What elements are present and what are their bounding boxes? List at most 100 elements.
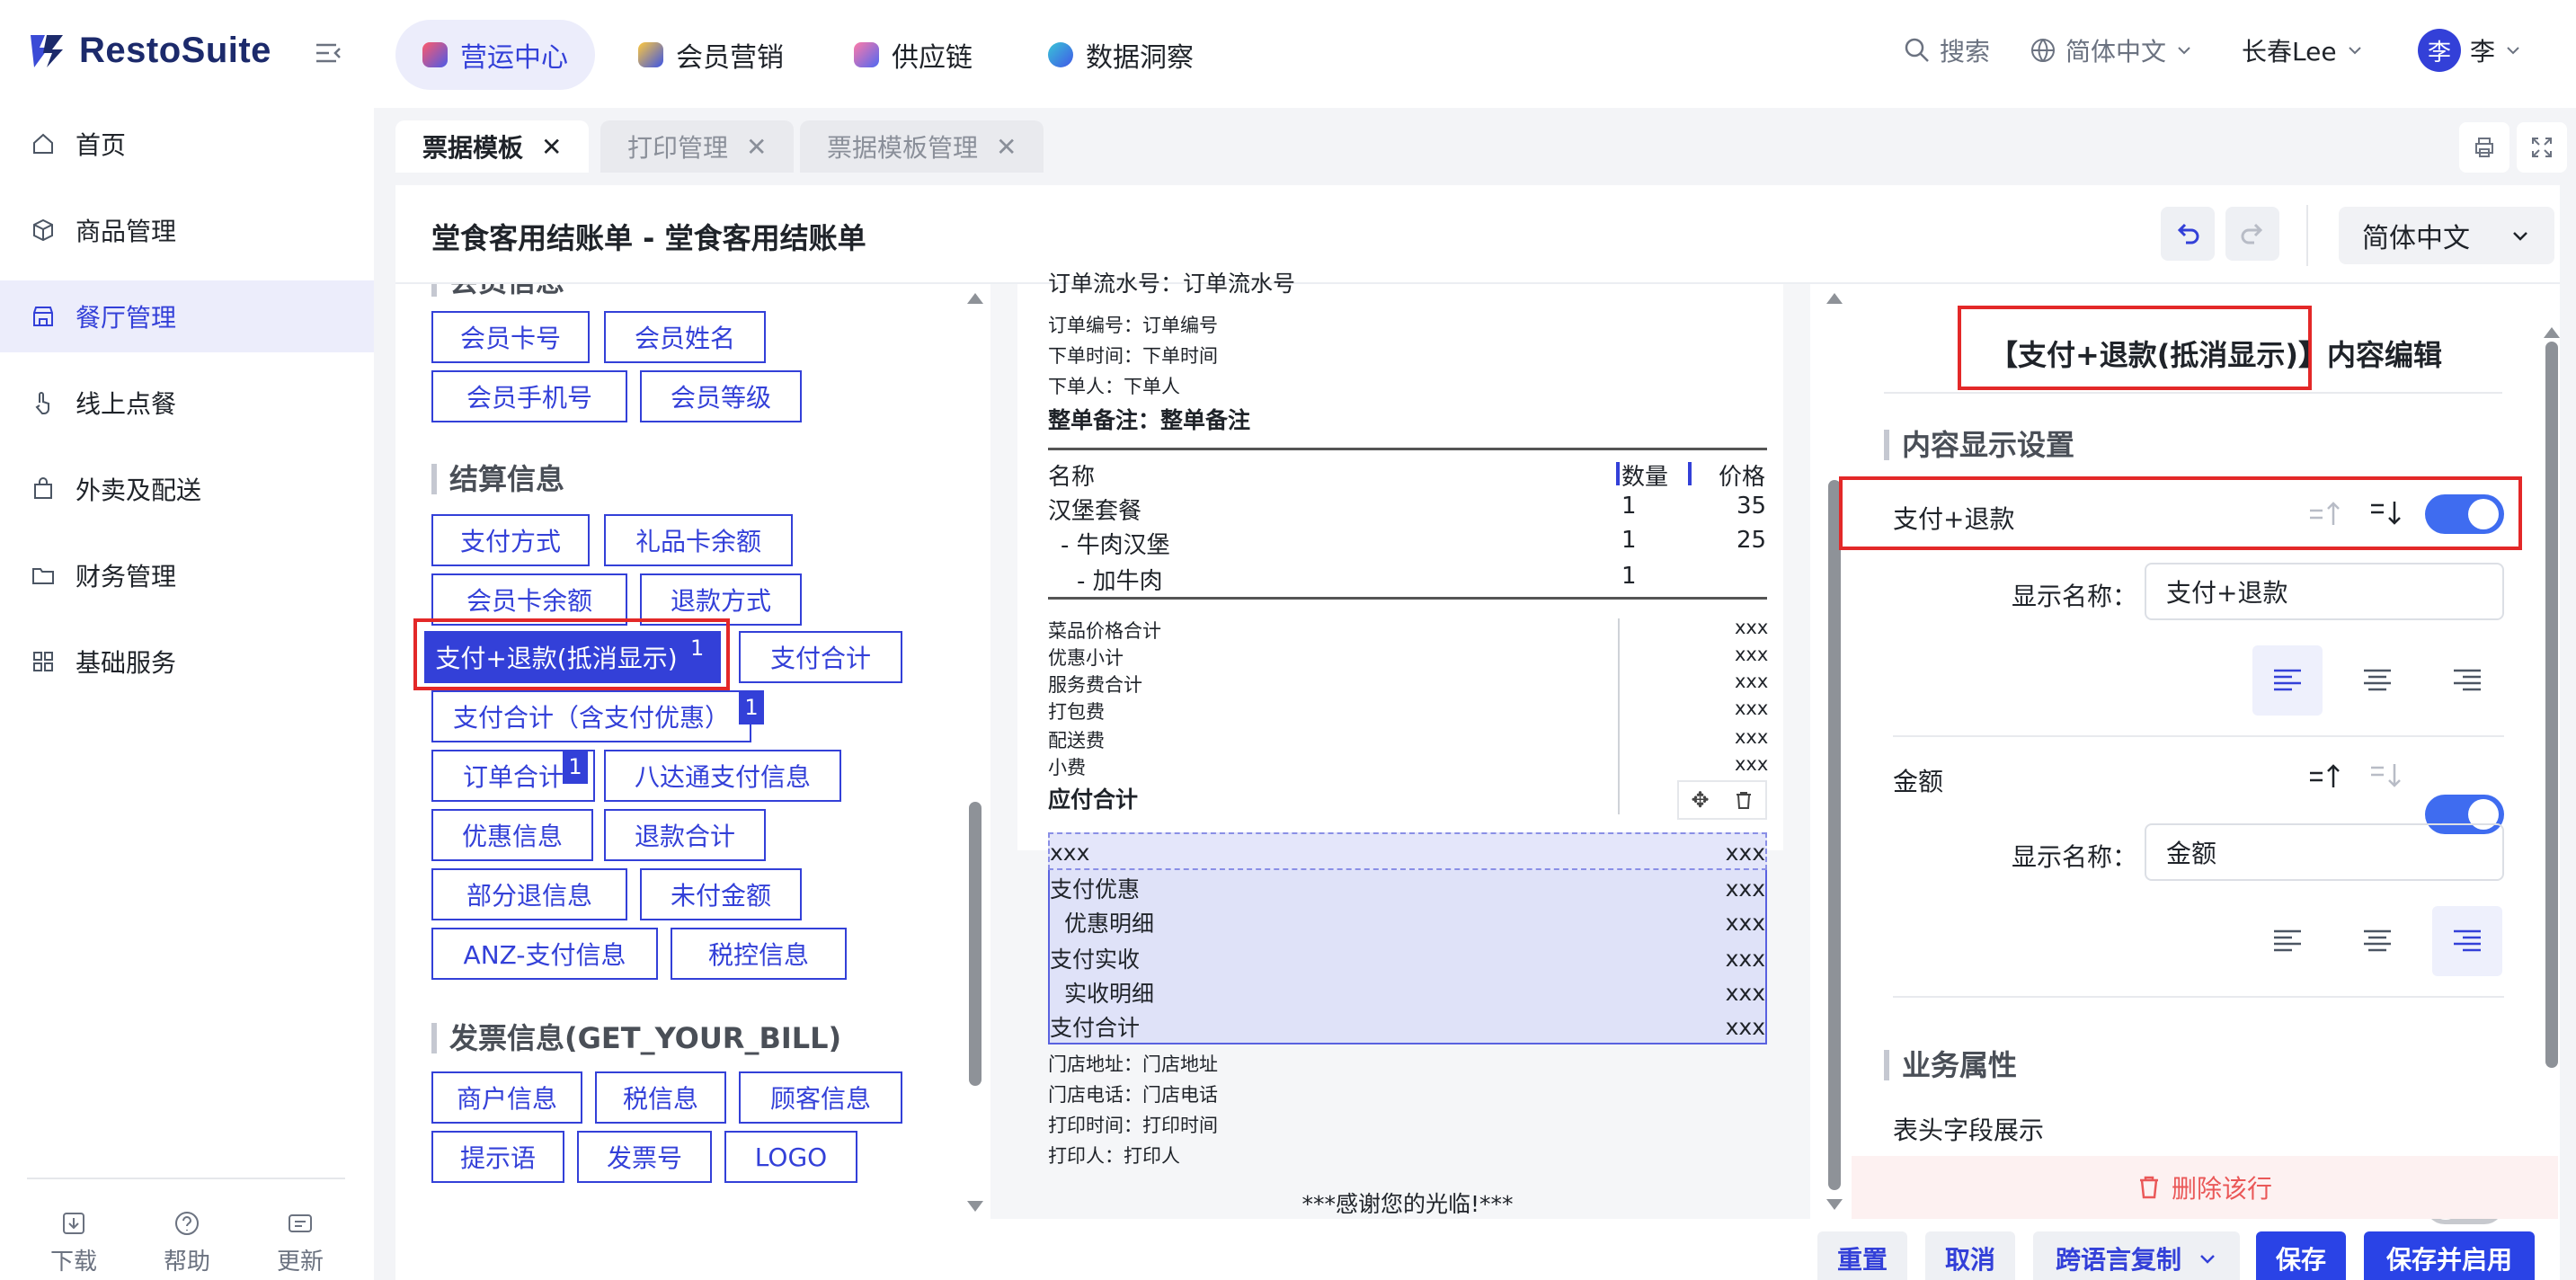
pay-row-label: 支付合计	[1050, 1015, 1141, 1041]
align-right-button[interactable]	[2432, 906, 2502, 976]
field-chip[interactable]: 提示语	[431, 1131, 564, 1183]
field-chip[interactable]: 商户信息	[431, 1071, 582, 1124]
redo-button[interactable]	[2225, 207, 2279, 261]
move-up-button[interactable]	[2306, 498, 2344, 532]
close-icon[interactable]: ✕	[996, 132, 1017, 162]
cross-language-copy-button[interactable]: 跨语言复制	[2033, 1231, 2240, 1280]
scroll-up-icon[interactable]	[2544, 327, 2560, 338]
undo-button[interactable]	[2161, 207, 2215, 261]
language-label: 简体中文	[2065, 37, 2167, 67]
field-chip[interactable]: 退款合计	[604, 809, 766, 861]
sidebar-item-home[interactable]: 首页	[0, 108, 374, 180]
tab-print-management[interactable]: 打印管理 ✕	[600, 120, 795, 173]
field-chip[interactable]: 会员姓名	[604, 311, 766, 363]
template-language-select[interactable]: 简体中文	[2339, 207, 2554, 264]
summary-value: xxx	[1735, 617, 1769, 638]
tab-template-management[interactable]: 票据模板管理 ✕	[800, 120, 1044, 173]
move-down-button[interactable]	[2367, 760, 2405, 795]
save-enable-button[interactable]: 保存并启用	[2364, 1231, 2535, 1280]
align-left-button[interactable]	[2252, 906, 2323, 976]
preview-scrollbar[interactable]	[1828, 480, 1841, 1190]
download-button[interactable]: 下载	[20, 1210, 128, 1276]
store-switch[interactable]: 长春Lee	[2242, 32, 2364, 68]
field1-toggle[interactable]	[2425, 494, 2504, 534]
move-icon[interactable]: ✥	[1691, 787, 1709, 813]
cancel-button[interactable]: 取消	[1925, 1231, 2015, 1280]
sidebar-item-finance[interactable]: 财务管理	[0, 539, 374, 611]
pay-row-value: xxx	[1725, 909, 1765, 936]
field-chip[interactable]: 礼品卡余额	[604, 514, 793, 566]
chip-badge: 1	[563, 750, 588, 784]
field-chip[interactable]: ANZ-支付信息	[431, 928, 658, 980]
align-left-button[interactable]	[2252, 645, 2323, 716]
language-switch[interactable]: 简体中文	[2030, 32, 2193, 68]
sidebar-collapse-icon[interactable]	[313, 38, 343, 68]
ops-icon	[422, 42, 448, 67]
field-chip[interactable]: 未付金额	[640, 868, 802, 920]
field-chip[interactable]: 税信息	[595, 1071, 726, 1124]
user-menu[interactable]: 李 李	[2418, 29, 2522, 72]
scroll-down-icon[interactable]	[967, 1201, 983, 1212]
field2-display-name-input[interactable]: 金额	[2145, 823, 2504, 881]
sidebar-item-delivery[interactable]: 外卖及配送	[0, 453, 374, 525]
scroll-up-icon[interactable]	[967, 293, 983, 304]
supply-icon	[854, 42, 879, 67]
undo-icon	[2177, 223, 2199, 244]
col-handle[interactable]	[1616, 462, 1620, 485]
pay-row-value: xxx	[1725, 945, 1765, 972]
field-chip[interactable]: 支付合计（含支付优惠）	[431, 690, 751, 742]
sidebar-divider	[27, 1178, 345, 1179]
pay-row: 支付优惠 xxx	[1048, 870, 1767, 906]
nav-supply-chain[interactable]: 供应链	[827, 20, 999, 90]
align-center-button[interactable]	[2342, 645, 2412, 716]
field-chip[interactable]: 顾客信息	[739, 1071, 902, 1124]
align-right-button[interactable]	[2432, 645, 2502, 716]
editor-scrollbar[interactable]	[2545, 342, 2558, 1068]
tab-receipt-template[interactable]: 票据模板 ✕	[395, 120, 590, 173]
sidebar-item-basic-services[interactable]: 基础服务	[0, 626, 374, 698]
field1-display-name-input[interactable]: 支付+退款	[2145, 563, 2504, 620]
fullscreen-button[interactable]	[2517, 122, 2567, 173]
nav-data-insight[interactable]: 数据洞察	[1021, 20, 1221, 90]
field-chip[interactable]: 发票号	[577, 1131, 712, 1183]
search-button[interactable]: 搜索	[1904, 32, 1990, 68]
field-chip[interactable]: 八达通支付信息	[604, 750, 841, 802]
close-icon[interactable]: ✕	[746, 132, 767, 162]
trash-icon[interactable]	[1734, 790, 1754, 810]
cube-icon	[33, 218, 53, 242]
summary-value: xxx	[1735, 753, 1769, 775]
nav-ops-center[interactable]: 营运中心	[395, 20, 595, 90]
sidebar-item-products[interactable]: 商品管理	[0, 194, 374, 266]
field-chip[interactable]: 支付方式	[431, 514, 590, 566]
item-qty: 1	[1621, 493, 1637, 520]
align-center-button[interactable]	[2342, 906, 2412, 976]
field-chip[interactable]: LOGO	[724, 1131, 857, 1183]
reset-button[interactable]: 重置	[1817, 1231, 1907, 1280]
field-chip[interactable]: 支付合计	[739, 631, 902, 683]
print-button[interactable]	[2459, 122, 2509, 173]
app-logo[interactable]: RestoSuite	[27, 31, 271, 71]
field-chip-selected[interactable]: 支付+退款(抵消显示) 1	[424, 631, 721, 683]
close-icon[interactable]: ✕	[541, 132, 562, 162]
summary-label: 打包费	[1048, 701, 1105, 723]
field-chip[interactable]: 会员手机号	[431, 370, 627, 422]
col-handle[interactable]	[1688, 462, 1692, 485]
nav-member-marketing[interactable]: 会员营销	[611, 20, 811, 90]
scroll-up-icon[interactable]	[1826, 293, 1843, 304]
sidebar-item-label: 基础服务	[76, 648, 177, 678]
field-chip[interactable]: 部分退信息	[431, 868, 627, 920]
field-chip[interactable]: 会员卡号	[431, 311, 590, 363]
field-chip[interactable]: 税控信息	[671, 928, 847, 980]
save-button[interactable]: 保存	[2256, 1231, 2346, 1280]
delete-row-button[interactable]: 删除该行	[1852, 1156, 2558, 1219]
move-down-button[interactable]	[2367, 498, 2405, 532]
field-chip[interactable]: 会员等级	[640, 370, 802, 422]
move-up-button[interactable]	[2306, 760, 2344, 795]
palette-scrollbar[interactable]	[969, 802, 982, 1086]
sidebar-item-restaurant[interactable]: 餐厅管理	[0, 280, 374, 352]
sidebar-item-online-order[interactable]: 线上点餐	[0, 367, 374, 439]
update-button[interactable]: 更新	[246, 1210, 354, 1276]
scroll-down-icon[interactable]	[1826, 1199, 1843, 1210]
field-chip[interactable]: 优惠信息	[431, 809, 593, 861]
help-button[interactable]: 帮助	[133, 1210, 241, 1276]
